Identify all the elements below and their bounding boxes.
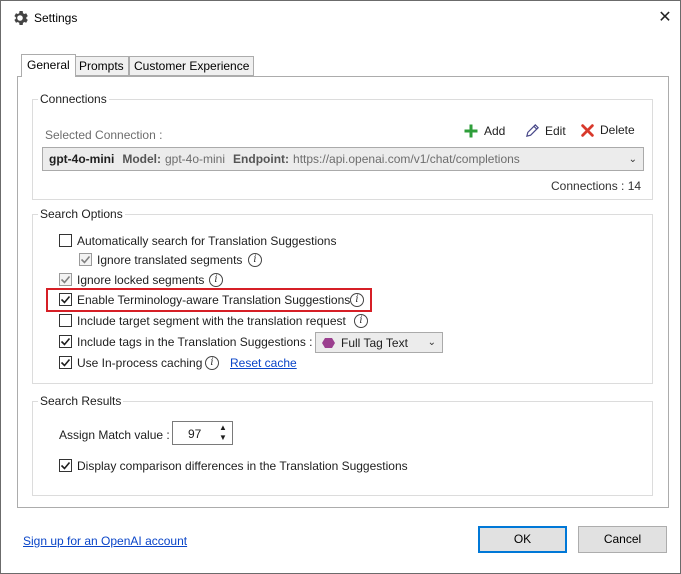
model-value: gpt-4o-mini [165, 152, 226, 166]
in-process-caching-checkbox[interactable] [59, 356, 72, 369]
in-process-caching-label: Use In-process caching [77, 356, 203, 370]
include-tags-checkbox[interactable] [59, 335, 72, 348]
tag-mode-select[interactable]: Full Tag Text ⌄ [315, 332, 443, 353]
search-options-title: Search Options [38, 207, 125, 221]
include-tags-label: Include tags in the Translation Suggesti… [77, 335, 313, 349]
tab-label: General [27, 58, 70, 72]
settings-dialog: Settings ✕ General Prompts Customer Expe… [0, 0, 681, 574]
reset-cache-link[interactable]: Reset cache [230, 356, 297, 370]
checkmark-icon [60, 295, 71, 304]
connections-count: Connections : 14 [551, 179, 642, 193]
tab-general[interactable]: General [21, 54, 76, 77]
include-target-label: Include target segment with the translat… [77, 314, 346, 328]
ok-button-label: OK [513, 532, 532, 546]
signup-link[interactable]: Sign up for an OpenAI account [23, 534, 187, 548]
endpoint-value: https://api.openai.com/v1/chat/completio… [293, 152, 520, 166]
checkmark-icon [60, 275, 71, 284]
edit-button-label: Edit [545, 123, 566, 138]
checkmark-icon [80, 255, 91, 264]
info-icon: i [248, 253, 262, 267]
cancel-button[interactable]: Cancel [578, 526, 667, 553]
tab-customer-experience[interactable]: Customer Experience [129, 56, 255, 76]
terminology-aware-checkbox[interactable] [59, 293, 72, 306]
auto-search-checkbox[interactable] [59, 234, 72, 247]
tab-label: Prompts [79, 59, 124, 73]
chevron-down-icon: ⌄ [628, 153, 637, 165]
terminology-aware-label: Enable Terminology-aware Translation Sug… [77, 293, 351, 307]
checkmark-icon [60, 358, 71, 367]
checkmark-icon [60, 461, 71, 470]
ignore-translated-label: Ignore translated segments [97, 253, 243, 267]
add-button[interactable]: Add [463, 123, 505, 139]
assign-match-value: 97 [188, 427, 202, 441]
ignore-locked-checkbox[interactable] [59, 273, 72, 286]
gear-icon [14, 11, 28, 25]
pencil-icon [526, 124, 539, 137]
plus-icon [464, 124, 478, 138]
checkmark-icon [60, 337, 71, 346]
tab-prompts[interactable]: Prompts [74, 56, 129, 76]
search-results-group [32, 401, 653, 496]
add-button-label: Add [484, 124, 506, 138]
ignore-locked-label: Ignore locked segments [77, 273, 205, 287]
stepper-up-icon[interactable]: ▲ [219, 423, 227, 432]
x-icon [581, 123, 594, 137]
include-target-checkbox[interactable] [59, 314, 72, 327]
auto-search-label: Automatically search for Translation Sug… [77, 234, 337, 248]
edit-button[interactable]: Edit [525, 123, 566, 138]
window-title: Settings [34, 11, 78, 25]
delete-button[interactable]: Delete [581, 123, 635, 137]
tab-label: Customer Experience [134, 59, 250, 73]
delete-button-label: Delete [600, 123, 635, 137]
info-icon: i [350, 293, 364, 307]
ok-button[interactable]: OK [478, 526, 567, 553]
close-icon[interactable]: ✕ [653, 6, 677, 30]
title-bar [1, 1, 680, 35]
info-icon: i [209, 273, 223, 287]
chevron-down-icon: ⌄ [427, 337, 436, 348]
display-diff-label: Display comparison differences in the Tr… [77, 459, 408, 473]
display-diff-checkbox[interactable] [59, 459, 72, 472]
connection-name: gpt-4o-mini [49, 152, 115, 166]
connections-group-title: Connections [38, 92, 109, 106]
selected-connection-label: Selected Connection : [45, 128, 163, 142]
assign-match-stepper[interactable]: 97 ▲ ▼ [172, 421, 233, 445]
ignore-translated-checkbox[interactable] [79, 253, 92, 266]
info-icon: i [354, 314, 368, 328]
model-label: Model: [122, 152, 161, 166]
endpoint-label: Endpoint: [233, 152, 290, 166]
stepper-down-icon[interactable]: ▼ [219, 433, 227, 442]
assign-match-label: Assign Match value : [59, 428, 170, 442]
info-icon: i [205, 356, 219, 370]
tag-icon [322, 337, 335, 348]
search-results-title: Search Results [38, 394, 124, 408]
tag-mode-value: Full Tag Text [341, 335, 408, 350]
connection-select[interactable]: gpt-4o-mini Model: gpt-4o-mini Endpoint:… [42, 147, 644, 171]
cancel-button-label: Cancel [603, 532, 642, 546]
